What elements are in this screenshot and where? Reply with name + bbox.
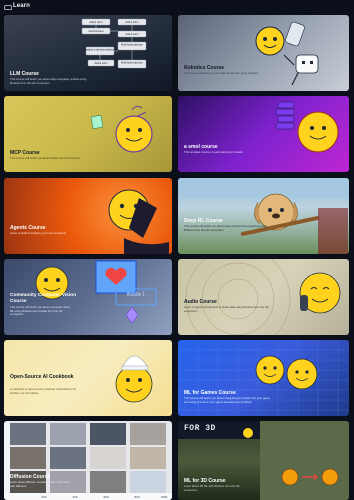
diagram-node-label: Add & norm — [125, 33, 138, 36]
course-description: This course will teach you about compute… — [10, 305, 71, 317]
smol-illustration — [178, 96, 349, 172]
diagram-node-label: Add & norm — [125, 21, 138, 24]
robot-illustration — [178, 15, 349, 91]
agents-illustration — [4, 178, 172, 254]
course-description: This smollest course on post-training AI… — [184, 150, 243, 154]
axis-tick-label: 1000 — [161, 495, 168, 499]
page-title: Learn — [13, 3, 30, 9]
course-card-computer-vision[interactable]: Community Computer Vision Course This co… — [4, 259, 172, 335]
diagram-node-label: Multi-head attention — [121, 62, 144, 65]
course-card-deep-rl[interactable]: Deep RL Course This course will teach yo… — [178, 178, 349, 254]
diagram-node-label: Masked multi-head attention — [84, 49, 116, 52]
diagram-node-label: Add & norm — [94, 62, 107, 65]
axis-tick-label: 600 — [103, 495, 108, 499]
axis-tick-label: 400 — [72, 495, 77, 499]
course-title: Open-Source AI Cookbook — [10, 374, 74, 380]
audio-illustration — [178, 259, 349, 335]
model-tag: model — [126, 291, 145, 298]
ml-games-illustration — [178, 340, 349, 416]
course-card-audio[interactable]: Audio Course Learn to apply transformers… — [178, 259, 349, 335]
deep-rl-illustration — [178, 178, 349, 254]
course-description: This course will teach you about deep re… — [184, 224, 267, 232]
axis-tick-label: 200 — [41, 495, 46, 499]
course-description: This course will teach you about Model C… — [10, 156, 80, 160]
course-description: This course will learn you to build robo… — [184, 71, 259, 75]
page-header: Learn — [0, 0, 354, 12]
course-card-mcp[interactable]: MCP Course This course will teach you ab… — [4, 96, 172, 172]
course-card-ml-3d[interactable]: FOR 3D ML for 3D Course Learn about 3D M… — [178, 421, 349, 500]
course-description: A collection of open-source powered note… — [10, 387, 76, 395]
course-description: Learn to apply transformers to audio dat… — [184, 305, 269, 313]
axis-tick-label: 800 — [134, 495, 139, 499]
course-title: Community Computer Vision Course — [10, 293, 77, 304]
course-description: This course will teach you about integra… — [184, 396, 270, 404]
course-card-smol[interactable]: a smol course This smollest course on po… — [178, 96, 349, 172]
diagram-node-label: Multi-head attention — [121, 44, 144, 47]
banner-text: FOR 3D — [184, 424, 216, 433]
diagram-node-label: Feed forward — [89, 30, 104, 33]
course-card-cookbook[interactable]: Open-Source AI Cookbook A collection of … — [4, 340, 172, 416]
course-card-llm[interactable]: Add & norm Add & norm Feed forward Add &… — [4, 15, 172, 91]
course-card-ml-games[interactable]: ML for Games Course This course will tea… — [178, 340, 349, 416]
mcp-illustration — [4, 96, 172, 172]
course-description: This course will teach you about large l… — [10, 77, 87, 85]
course-card-robotics[interactable]: Robotics Course This course will learn y… — [178, 15, 349, 91]
course-description: Learn about diffusion models & how to us… — [10, 480, 70, 488]
graduation-cap-icon — [4, 4, 12, 10]
course-card-diffusion[interactable]: 200 400 600 800 1000 Diffusion Course Le… — [4, 421, 172, 500]
diagram-node-label: Add & norm — [89, 21, 102, 24]
course-card-agents[interactable]: Agents Course Learn to build and deploy … — [4, 178, 172, 254]
course-description: Learn about 3D ML with libraries from th… — [184, 484, 240, 492]
course-description: Learn to build and deploy your own AI ag… — [10, 231, 66, 235]
